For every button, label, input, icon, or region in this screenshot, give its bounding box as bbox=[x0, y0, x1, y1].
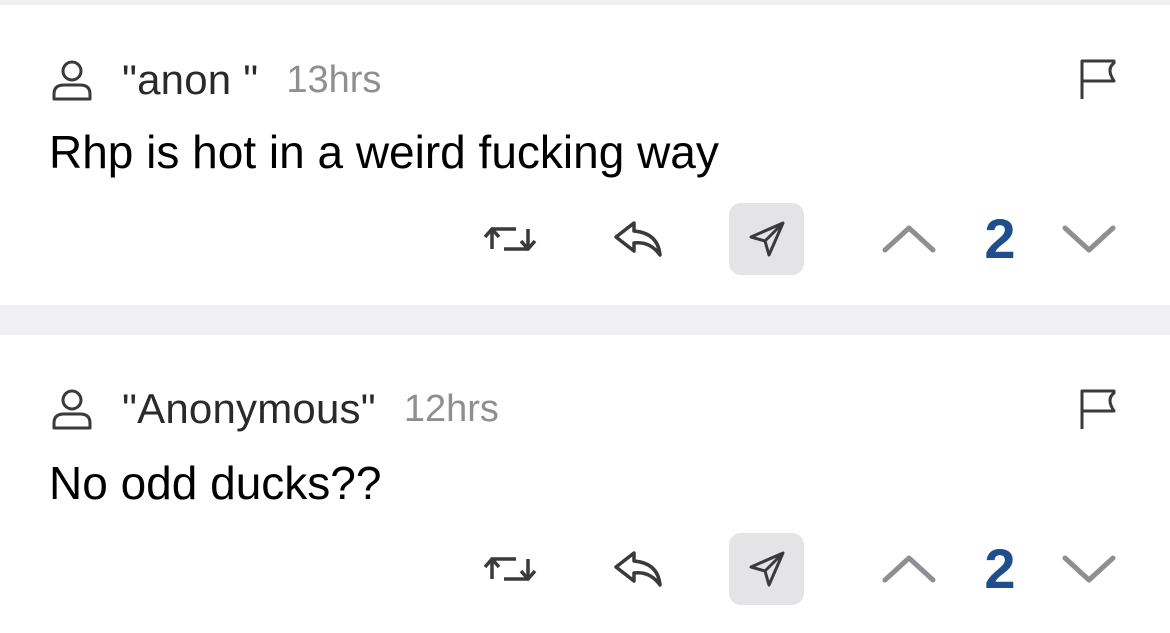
share-button[interactable] bbox=[729, 203, 804, 275]
post-author[interactable]: "anon " bbox=[122, 56, 258, 104]
reply-icon bbox=[610, 219, 666, 259]
chevron-down-icon bbox=[1061, 552, 1117, 586]
upvote-button[interactable] bbox=[876, 533, 942, 605]
repost-icon bbox=[482, 219, 538, 259]
chevron-down-icon bbox=[1061, 222, 1117, 256]
send-icon bbox=[747, 219, 787, 259]
post-author[interactable]: "Anonymous" bbox=[122, 385, 376, 433]
post-separator bbox=[0, 305, 1170, 335]
post-header: "Anonymous" 12hrs bbox=[50, 385, 499, 433]
reply-icon bbox=[610, 549, 666, 589]
reply-button[interactable] bbox=[602, 203, 674, 275]
share-button[interactable] bbox=[729, 533, 804, 605]
post-header: "anon " 13hrs bbox=[50, 56, 382, 104]
post-card: "anon " 13hrs Rhp is hot in a weird fuck… bbox=[0, 5, 1170, 295]
downvote-button[interactable] bbox=[1056, 533, 1122, 605]
repost-icon bbox=[482, 549, 538, 589]
post-actions: 2 bbox=[0, 533, 1170, 605]
user-icon bbox=[50, 387, 94, 431]
upvote-button[interactable] bbox=[876, 203, 942, 275]
repost-button[interactable] bbox=[474, 203, 546, 275]
post-text: No odd ducks?? bbox=[49, 457, 382, 509]
reply-button[interactable] bbox=[602, 533, 674, 605]
post-time: 13hrs bbox=[286, 58, 382, 101]
downvote-button[interactable] bbox=[1056, 203, 1122, 275]
repost-button[interactable] bbox=[474, 533, 546, 605]
flag-icon[interactable] bbox=[1076, 57, 1120, 101]
chevron-up-icon bbox=[881, 222, 937, 256]
post-card: "Anonymous" 12hrs No odd ducks?? 2 bbox=[0, 335, 1170, 625]
send-icon bbox=[747, 549, 787, 589]
post-actions: 2 bbox=[0, 203, 1170, 275]
vote-score: 2 bbox=[984, 207, 1016, 270]
user-icon bbox=[50, 58, 94, 102]
post-time: 12hrs bbox=[403, 387, 499, 430]
vote-score: 2 bbox=[984, 537, 1016, 600]
chevron-up-icon bbox=[881, 552, 937, 586]
flag-icon[interactable] bbox=[1076, 387, 1120, 431]
post-text: Rhp is hot in a weird fucking way bbox=[49, 126, 719, 178]
